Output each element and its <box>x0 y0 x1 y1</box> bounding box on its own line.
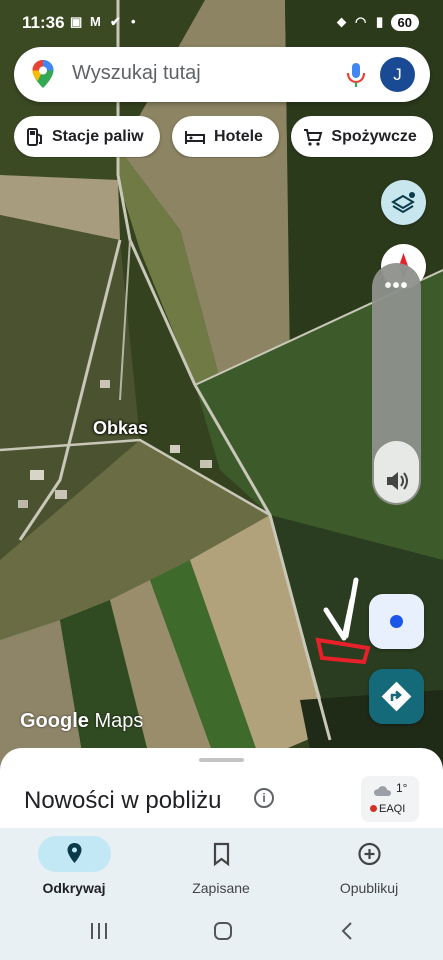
chip-label: Hotele <box>214 127 263 145</box>
temperature: 1° <box>396 781 408 795</box>
back-icon[interactable] <box>338 920 356 942</box>
directions-icon <box>381 681 412 712</box>
volume-knob[interactable] <box>374 441 419 503</box>
watermark-maps: Maps <box>94 710 144 732</box>
place-label[interactable]: Obkas <box>93 418 148 439</box>
location-dot-icon <box>390 615 403 628</box>
check-icon: ✔ <box>110 14 121 29</box>
location-pin-icon <box>67 843 81 863</box>
sheet-handle[interactable] <box>199 758 244 762</box>
cloud-icon <box>374 786 391 796</box>
status-bar: 11:36 ▣ M ✔ • ⬥ ◠ ▮ 60 <box>0 0 443 44</box>
bottom-sheet[interactable]: Nowości w pobliżu i 1° EAQI <box>0 748 443 838</box>
cart-icon <box>304 128 323 146</box>
air-quality: EAQI <box>370 803 405 815</box>
chip-groceries[interactable]: Spożywcze <box>291 116 433 157</box>
category-chips: Stacje paliw Hotele Spożywcze <box>14 116 443 158</box>
watermark-google: Google <box>20 710 89 732</box>
wifi-icon: ◠ <box>355 14 367 29</box>
gmail-icon: M <box>90 14 101 29</box>
screenshot-icon: ▣ <box>70 14 83 29</box>
system-navigation-bar <box>0 906 443 960</box>
bed-icon <box>185 130 206 144</box>
search-bar[interactable]: Wyszukaj tutaj J <box>14 47 430 102</box>
air-quality-label: EAQI <box>379 803 406 815</box>
nav-explore[interactable]: Odkrywaj <box>0 836 148 896</box>
dot-icon: • <box>131 14 136 29</box>
google-maps-logo-icon <box>32 60 54 88</box>
nav-contribute-label: Opublikuj <box>339 880 399 896</box>
recent-apps-icon[interactable] <box>89 920 109 942</box>
nav-saved[interactable]: Zapisane <box>147 836 295 896</box>
bottom-navigation: Odkrywaj Zapisane Opublikuj <box>0 828 443 906</box>
gas-station-icon <box>27 127 42 146</box>
google-maps-watermark: Google Maps <box>20 710 143 733</box>
nav-explore-pill <box>37 836 111 872</box>
nav-saved-label: Zapisane <box>192 880 250 896</box>
volume-slider[interactable]: ••• <box>372 263 421 505</box>
speaker-icon <box>387 472 408 490</box>
home-icon[interactable] <box>212 920 234 942</box>
battery-indicator: 60 <box>390 14 419 31</box>
search-input[interactable]: Wyszukaj tutaj <box>72 62 201 85</box>
my-location-button[interactable] <box>369 594 424 649</box>
directions-button[interactable] <box>369 669 424 724</box>
status-time: 11:36 <box>22 13 65 32</box>
chip-hotels[interactable]: Hotele <box>172 116 279 157</box>
location-icon: ⬥ <box>337 14 347 29</box>
bookmark-icon <box>213 842 229 867</box>
nav-contribute[interactable]: Opublikuj <box>295 836 443 896</box>
add-circle-icon <box>357 842 381 866</box>
chip-label: Stacje paliw <box>52 127 144 145</box>
weather-widget[interactable]: 1° EAQI <box>361 776 419 822</box>
chip-label: Spożywcze <box>331 127 417 145</box>
signal-icon: ▮ <box>376 14 384 29</box>
volume-menu-icon[interactable]: ••• <box>372 275 421 298</box>
info-icon[interactable]: i <box>254 788 274 808</box>
nav-contribute-pill <box>333 836 406 872</box>
sheet-title: Nowości w pobliżu <box>24 787 222 814</box>
layers-button[interactable] <box>381 180 426 225</box>
air-quality-dot-icon <box>370 805 377 812</box>
avatar[interactable]: J <box>380 57 415 92</box>
nav-saved-pill <box>185 836 258 872</box>
microphone-icon[interactable] <box>344 60 368 90</box>
nav-explore-label: Odkrywaj <box>42 880 106 896</box>
layers-icon <box>391 192 415 214</box>
chip-gas-stations[interactable]: Stacje paliw <box>14 116 160 157</box>
